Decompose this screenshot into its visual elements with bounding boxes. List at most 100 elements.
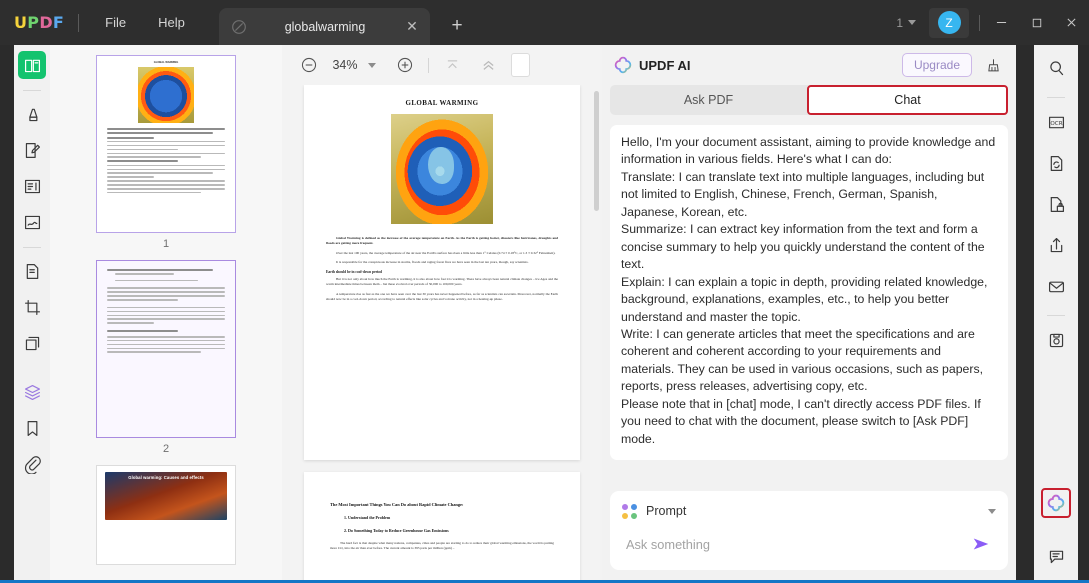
titlebar-left: UPDF File Help	[0, 0, 201, 45]
thumbnail-text-lines	[97, 126, 235, 202]
sidebar-item-form[interactable]	[18, 172, 46, 200]
avatar: Z	[937, 11, 961, 34]
thumbnail-page-3[interactable]: Global warming: Causes and effects 3	[50, 455, 282, 582]
layers-icon	[24, 384, 40, 400]
sidebar-item-edit-pdf[interactable]	[18, 136, 46, 164]
document-viewer: 34% GLOBAL WARMING Global Warming is def…	[282, 45, 602, 582]
menu-help[interactable]: Help	[142, 0, 201, 45]
crop-icon	[24, 299, 40, 315]
thumbnail-page-label: 2	[162, 443, 170, 455]
page-count-value: 1	[896, 15, 903, 30]
new-tab-button[interactable]: +	[445, 14, 469, 38]
pdf-doc-icon	[230, 18, 248, 36]
prompt-selector[interactable]: Prompt	[616, 497, 1002, 525]
sidebar-item-organize-pages[interactable]	[18, 257, 46, 285]
tool-updf-ai[interactable]	[1041, 488, 1071, 518]
reader-icon	[24, 59, 40, 72]
titlebar-divider-2	[979, 14, 980, 31]
thumbnail-preview: Global warming: Causes and effects	[96, 465, 236, 565]
thumbnail-page-2[interactable]: 2	[50, 250, 282, 455]
document-page-2: The Most Important Things You Can Do abo…	[304, 472, 580, 582]
thumbnail-preview	[96, 260, 236, 438]
viewer-toolbar: 34%	[282, 45, 602, 85]
paperclip-icon	[24, 455, 41, 474]
page-paragraph: It is responsible for the conspicuous in…	[336, 259, 529, 264]
send-arrow-icon[interactable]	[968, 531, 994, 557]
signature-icon	[24, 215, 40, 229]
form-fields-icon	[24, 179, 40, 193]
tab-title: globalwarming	[284, 19, 366, 34]
titlebar-divider	[78, 13, 80, 32]
zoom-level-value[interactable]: 34%	[322, 58, 368, 72]
fit-page-button[interactable]	[439, 52, 465, 78]
window-left-edge	[0, 45, 14, 583]
toolbar-divider	[428, 57, 429, 73]
sidebar-item-sign[interactable]	[18, 208, 46, 236]
tool-save-as[interactable]	[1041, 325, 1071, 355]
sidebar-item-reader[interactable]	[18, 51, 46, 79]
tool-convert[interactable]	[1041, 148, 1071, 178]
svg-text:OCR: OCR	[1050, 121, 1062, 127]
document-lock-icon	[1050, 196, 1064, 212]
earth-image	[138, 67, 194, 123]
updf-ai-panel: UPDF AI Upgrade Ask PDF Chat Hello, I'm …	[602, 45, 1016, 582]
zoom-in-button[interactable]	[392, 52, 418, 78]
page-organize-icon	[26, 263, 38, 279]
compress-pages-icon	[25, 336, 39, 350]
thumbnail-preview: GLOBAL WARMING	[96, 55, 236, 233]
page-number-input[interactable]	[511, 53, 530, 77]
chat-message-area[interactable]: Hello, I'm your document assistant, aimi…	[610, 125, 1008, 481]
maximize-button[interactable]	[1019, 0, 1054, 45]
close-icon[interactable]: ✕	[402, 17, 422, 37]
thumbnail-page-title: Global warming: Causes and effects	[128, 475, 204, 480]
minimize-button[interactable]	[984, 0, 1019, 45]
upgrade-button[interactable]: Upgrade	[901, 53, 972, 77]
thumbnail-page-1[interactable]: GLOBAL WARMING 1	[50, 45, 282, 250]
page-title: GLOBAL WARMING	[405, 99, 479, 107]
viewer-scrollbar[interactable]	[594, 91, 599, 211]
thumbnail-panel[interactable]: GLOBAL WARMING 1 2 Global warming: Cause…	[50, 45, 282, 582]
save-floppy-icon	[1049, 333, 1063, 347]
convert-document-icon	[1050, 155, 1062, 171]
page-paragraph: The hard fact is that despite what many …	[330, 541, 554, 551]
rail-divider-1	[23, 90, 41, 91]
earth-on-fire-image	[391, 114, 493, 224]
tool-ocr[interactable]: OCR	[1041, 107, 1071, 137]
sidebar-item-crop[interactable]	[18, 293, 46, 321]
thumbnail-page-title: GLOBAL WARMING	[153, 61, 179, 64]
page-count-selector[interactable]: 1	[889, 12, 923, 34]
tool-email[interactable]	[1041, 271, 1071, 301]
tool-share[interactable]	[1041, 230, 1071, 260]
close-window-button[interactable]	[1054, 0, 1089, 45]
document-scroll-area[interactable]: GLOBAL WARMING Global Warming is defined…	[282, 85, 602, 582]
sidebar-item-attachment[interactable]	[18, 450, 46, 478]
sidebar-item-thumbnails[interactable]	[18, 378, 46, 406]
account-button[interactable]: Z	[929, 7, 969, 38]
prompt-composer: Prompt	[610, 491, 1008, 570]
broom-clear-icon[interactable]	[980, 52, 1006, 78]
sidebar-item-compress[interactable]	[18, 329, 46, 357]
chevron-down-icon[interactable]	[368, 62, 376, 68]
chat-input-row	[616, 525, 1002, 563]
titlebar: UPDF File Help globalwarming ✕ + 1 Z	[0, 0, 1089, 45]
page-paragraph: Over the last 100 years, the average tem…	[336, 250, 556, 255]
tool-search[interactable]	[1041, 53, 1071, 83]
tab-ask-pdf[interactable]: Ask PDF	[610, 85, 807, 115]
right-toolbar-rail: OCR	[1034, 45, 1078, 582]
document-tab[interactable]: globalwarming ✕	[219, 8, 430, 45]
tab-chat[interactable]: Chat	[807, 85, 1008, 115]
sidebar-item-annotate-highlighter[interactable]	[18, 100, 46, 128]
search-icon	[1049, 60, 1063, 75]
chevron-down-icon[interactable]	[988, 508, 996, 514]
prompt-card: Prompt	[610, 491, 1008, 570]
highlighter-icon	[28, 108, 37, 121]
tool-protect[interactable]	[1041, 189, 1071, 219]
four-dots-icon	[622, 503, 637, 519]
zoom-out-button[interactable]	[296, 52, 322, 78]
sidebar-item-bookmark[interactable]	[18, 414, 46, 442]
search-input[interactable]	[626, 536, 968, 552]
share-upload-icon	[1050, 237, 1062, 252]
menu-file[interactable]: File	[89, 0, 142, 45]
first-page-button[interactable]	[475, 52, 501, 78]
tool-comment[interactable]	[1041, 541, 1071, 571]
